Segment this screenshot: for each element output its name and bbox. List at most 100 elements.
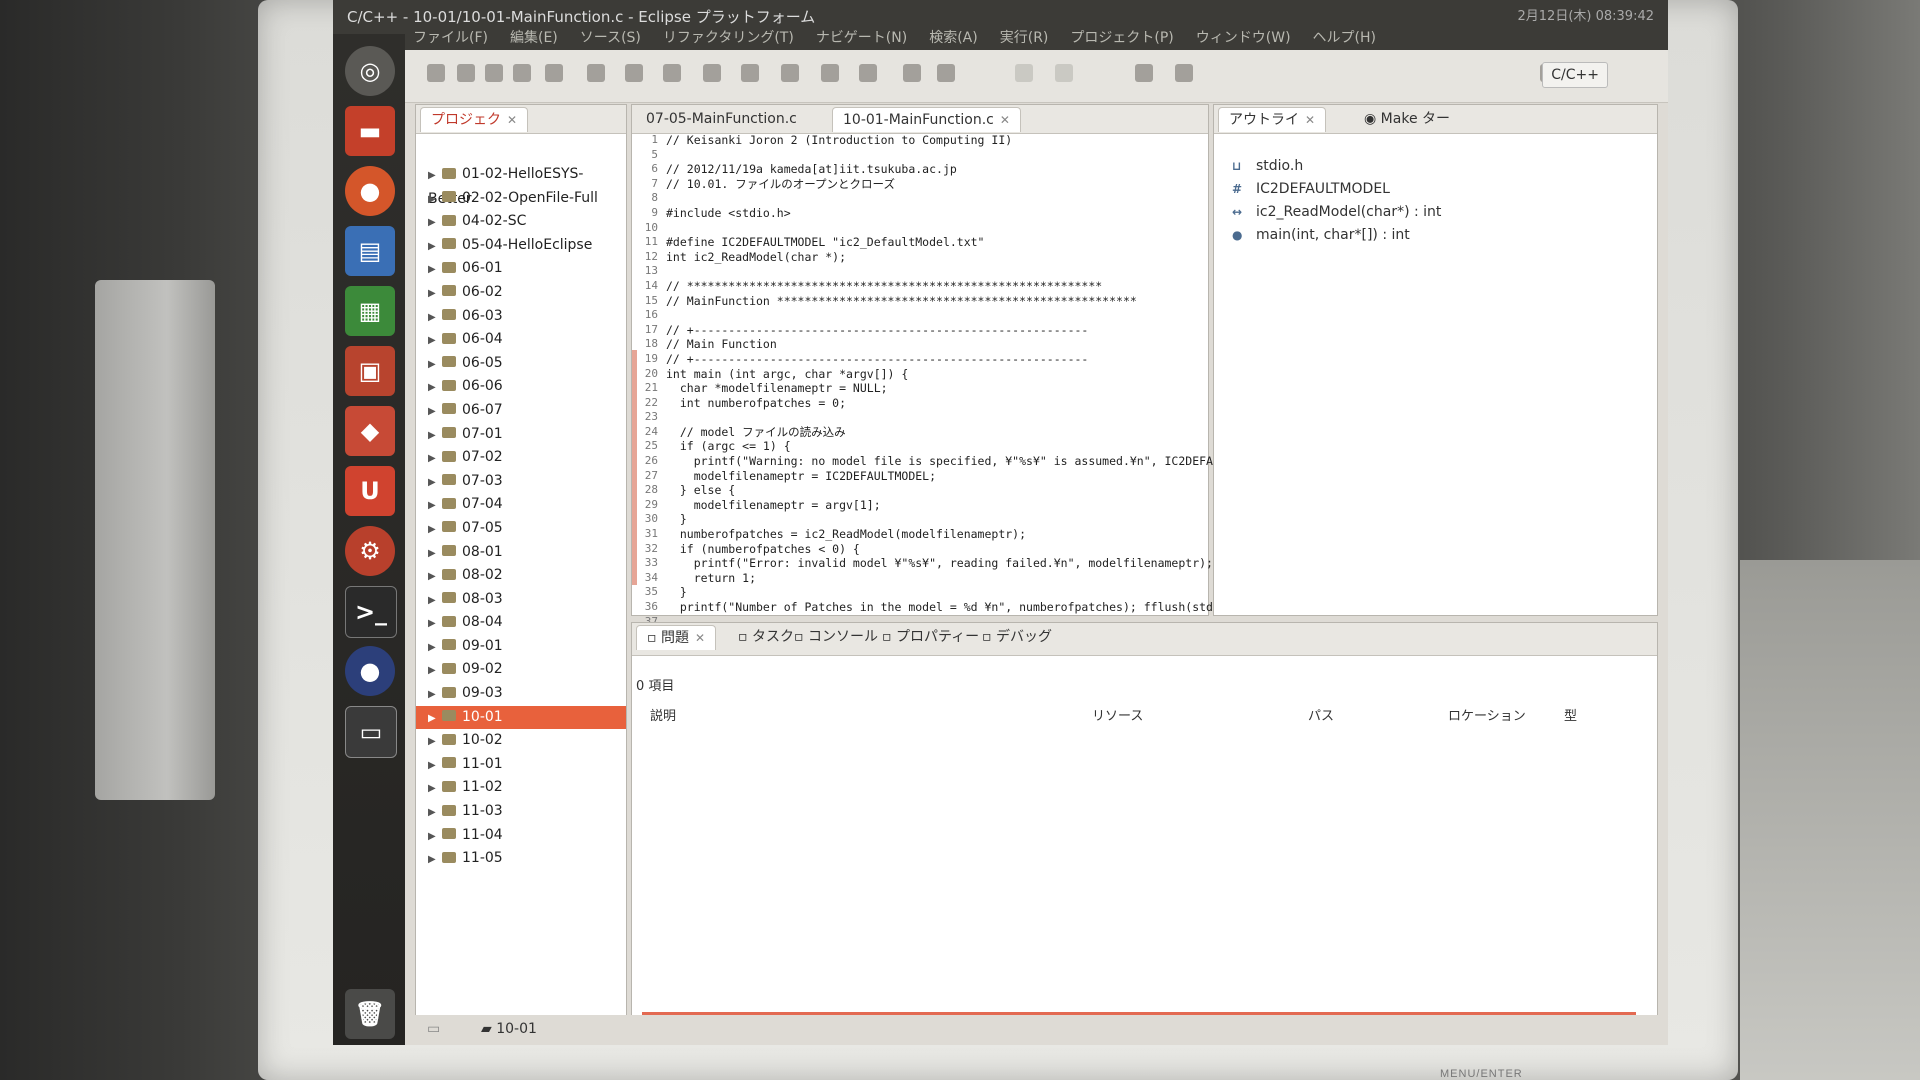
search-icon[interactable] <box>859 64 877 82</box>
tab-project-explorer[interactable]: プロジェク ✕ <box>420 107 529 132</box>
column-header[interactable]: リソース <box>1092 705 1143 724</box>
close-icon[interactable]: ✕ <box>1305 113 1315 127</box>
project-item[interactable]: ▶ 06-02 <box>416 281 626 305</box>
tools-icon[interactable] <box>781 64 799 82</box>
expand-arrow-icon[interactable]: ▶ <box>428 707 440 731</box>
menu-item[interactable]: プロジェクト(P) <box>1070 26 1173 50</box>
outline-item[interactable]: ⊔ stdio.h <box>1214 155 1657 178</box>
expand-arrow-icon[interactable]: ▶ <box>428 754 440 778</box>
expand-arrow-icon[interactable]: ▶ <box>428 494 440 518</box>
outline-item[interactable]: ● main(int, char*[]) : int <box>1214 224 1657 247</box>
menu-item[interactable]: リファクタリング(T) <box>663 26 794 50</box>
menu-item[interactable]: 実行(R) <box>1000 26 1049 50</box>
settings-icon[interactable]: ⚙ <box>345 526 395 576</box>
project-item[interactable]: ▶ 06-05 <box>416 352 626 376</box>
tab-bottom[interactable]: ▫ 問題 ✕ <box>636 625 717 650</box>
project-item[interactable]: ▶ 11-04 <box>416 824 626 848</box>
expand-arrow-icon[interactable]: ▶ <box>428 636 440 660</box>
project-item[interactable]: ▶ 05-04-HelloEclipse <box>416 234 626 258</box>
close-icon[interactable]: ✕ <box>507 113 517 127</box>
menu-item[interactable]: ソース(S) <box>580 26 641 50</box>
expand-arrow-icon[interactable]: ▶ <box>428 825 440 849</box>
project-item[interactable]: ▶ 07-03 <box>416 470 626 494</box>
open-type-icon[interactable] <box>703 64 721 82</box>
forward-icon[interactable] <box>1175 64 1193 82</box>
code-area[interactable]: 1 // Keisanki Joron 2 (Introduction to Co… <box>632 133 1310 673</box>
column-header[interactable]: 説明 <box>650 705 676 724</box>
project-item[interactable]: ▶ 06-03 <box>416 305 626 329</box>
close-icon[interactable]: ✕ <box>695 631 705 645</box>
project-item[interactable]: ▶ 09-02 <box>416 658 626 682</box>
firefox-icon[interactable]: ● <box>345 166 395 216</box>
external-tools-icon[interactable] <box>903 64 921 82</box>
outline-item[interactable]: ↔ ic2_ReadModel(char*) : int <box>1214 201 1657 224</box>
new-icon[interactable] <box>427 64 445 82</box>
debug-icon[interactable] <box>741 64 759 82</box>
expand-arrow-icon[interactable]: ▶ <box>428 589 440 613</box>
project-item[interactable]: ▶ 06-01 <box>416 257 626 281</box>
new-c-project-icon[interactable] <box>587 64 605 82</box>
print-icon[interactable] <box>513 64 531 82</box>
new-folder-icon[interactable] <box>625 64 643 82</box>
column-header[interactable]: ロケーション <box>1448 705 1526 724</box>
project-item[interactable]: ▶ 01-02-HelloESYS-Better <box>416 163 626 207</box>
menu-item[interactable]: ウィンドウ(W) <box>1196 26 1291 50</box>
menu-item[interactable]: ファイル(F) <box>413 26 488 50</box>
outline-item[interactable]: # IC2DEFAULTMODEL <box>1214 178 1657 201</box>
expand-arrow-icon[interactable]: ▶ <box>428 164 440 188</box>
project-item[interactable]: ▶ 06-07 <box>416 399 626 423</box>
files-icon[interactable]: ▬ <box>345 106 395 156</box>
writer-icon[interactable]: ▤ <box>345 226 395 276</box>
expand-arrow-icon[interactable]: ▶ <box>428 848 440 872</box>
expand-arrow-icon[interactable]: ▶ <box>428 329 440 353</box>
expand-arrow-icon[interactable]: ▶ <box>428 400 440 424</box>
project-item[interactable]: ▶ 07-05 <box>416 517 626 541</box>
expand-arrow-icon[interactable]: ▶ <box>428 211 440 235</box>
terminal-icon[interactable]: >_ <box>345 586 397 638</box>
save-icon[interactable] <box>457 64 475 82</box>
project-item[interactable]: ▶ 04-02-SC <box>416 210 626 234</box>
expand-arrow-icon[interactable]: ▶ <box>428 282 440 306</box>
expand-arrow-icon[interactable]: ▶ <box>428 424 440 448</box>
eclipse-icon[interactable]: ● <box>345 646 395 696</box>
expand-arrow-icon[interactable]: ▶ <box>428 659 440 683</box>
project-item[interactable]: ▶ 11-03 <box>416 800 626 824</box>
project-item[interactable]: ▶ 09-01 <box>416 635 626 659</box>
new-source-icon[interactable] <box>663 64 681 82</box>
prev-annotation-icon[interactable] <box>1055 64 1073 82</box>
expand-arrow-icon[interactable]: ▶ <box>428 376 440 400</box>
project-item[interactable]: ▶ 07-02 <box>416 446 626 470</box>
menu-item[interactable]: ヘルプ(H) <box>1313 26 1376 50</box>
perspective-cpp[interactable]: C/C++ <box>1542 62 1608 88</box>
menu-item[interactable]: 編集(E) <box>510 26 558 50</box>
project-item[interactable]: ▶ 11-02 <box>416 776 626 800</box>
expand-arrow-icon[interactable]: ▶ <box>428 306 440 330</box>
project-item[interactable]: ▶ 06-06 <box>416 375 626 399</box>
close-icon[interactable]: ✕ <box>1000 113 1010 127</box>
expand-arrow-icon[interactable]: ▶ <box>428 518 440 542</box>
project-item[interactable]: ▶ 07-04 <box>416 493 626 517</box>
tab-bottom[interactable]: ▫ デバッグ <box>972 625 1062 649</box>
expand-arrow-icon[interactable]: ▶ <box>428 612 440 636</box>
tab-outline[interactable]: アウトライ ✕ <box>1218 107 1327 132</box>
expand-arrow-icon[interactable]: ▶ <box>428 565 440 589</box>
project-item[interactable]: ▶ 08-02 <box>416 564 626 588</box>
project-item[interactable]: ▶ 08-01 <box>416 541 626 565</box>
column-header[interactable]: パス <box>1308 705 1334 724</box>
next-annotation-icon[interactable] <box>1015 64 1033 82</box>
expand-arrow-icon[interactable]: ▶ <box>428 188 440 212</box>
project-item[interactable]: ▶ 11-01 <box>416 753 626 777</box>
tab-make-target[interactable]: ◉ Make ター <box>1354 107 1460 131</box>
build-icon[interactable] <box>545 64 563 82</box>
project-item[interactable]: ▶ 06-04 <box>416 328 626 352</box>
calc-icon[interactable]: ▦ <box>345 286 395 336</box>
run-icon[interactable] <box>821 64 839 82</box>
workspace-switcher-icon[interactable]: ▭ <box>345 706 397 758</box>
expand-arrow-icon[interactable]: ▶ <box>428 447 440 471</box>
column-header[interactable]: 型 <box>1564 705 1577 724</box>
expand-arrow-icon[interactable]: ▶ <box>428 683 440 707</box>
software-center-icon[interactable]: ◆ <box>345 406 395 456</box>
project-item[interactable]: ▶ 08-04 <box>416 611 626 635</box>
expand-arrow-icon[interactable]: ▶ <box>428 471 440 495</box>
annotation-icon[interactable] <box>937 64 955 82</box>
